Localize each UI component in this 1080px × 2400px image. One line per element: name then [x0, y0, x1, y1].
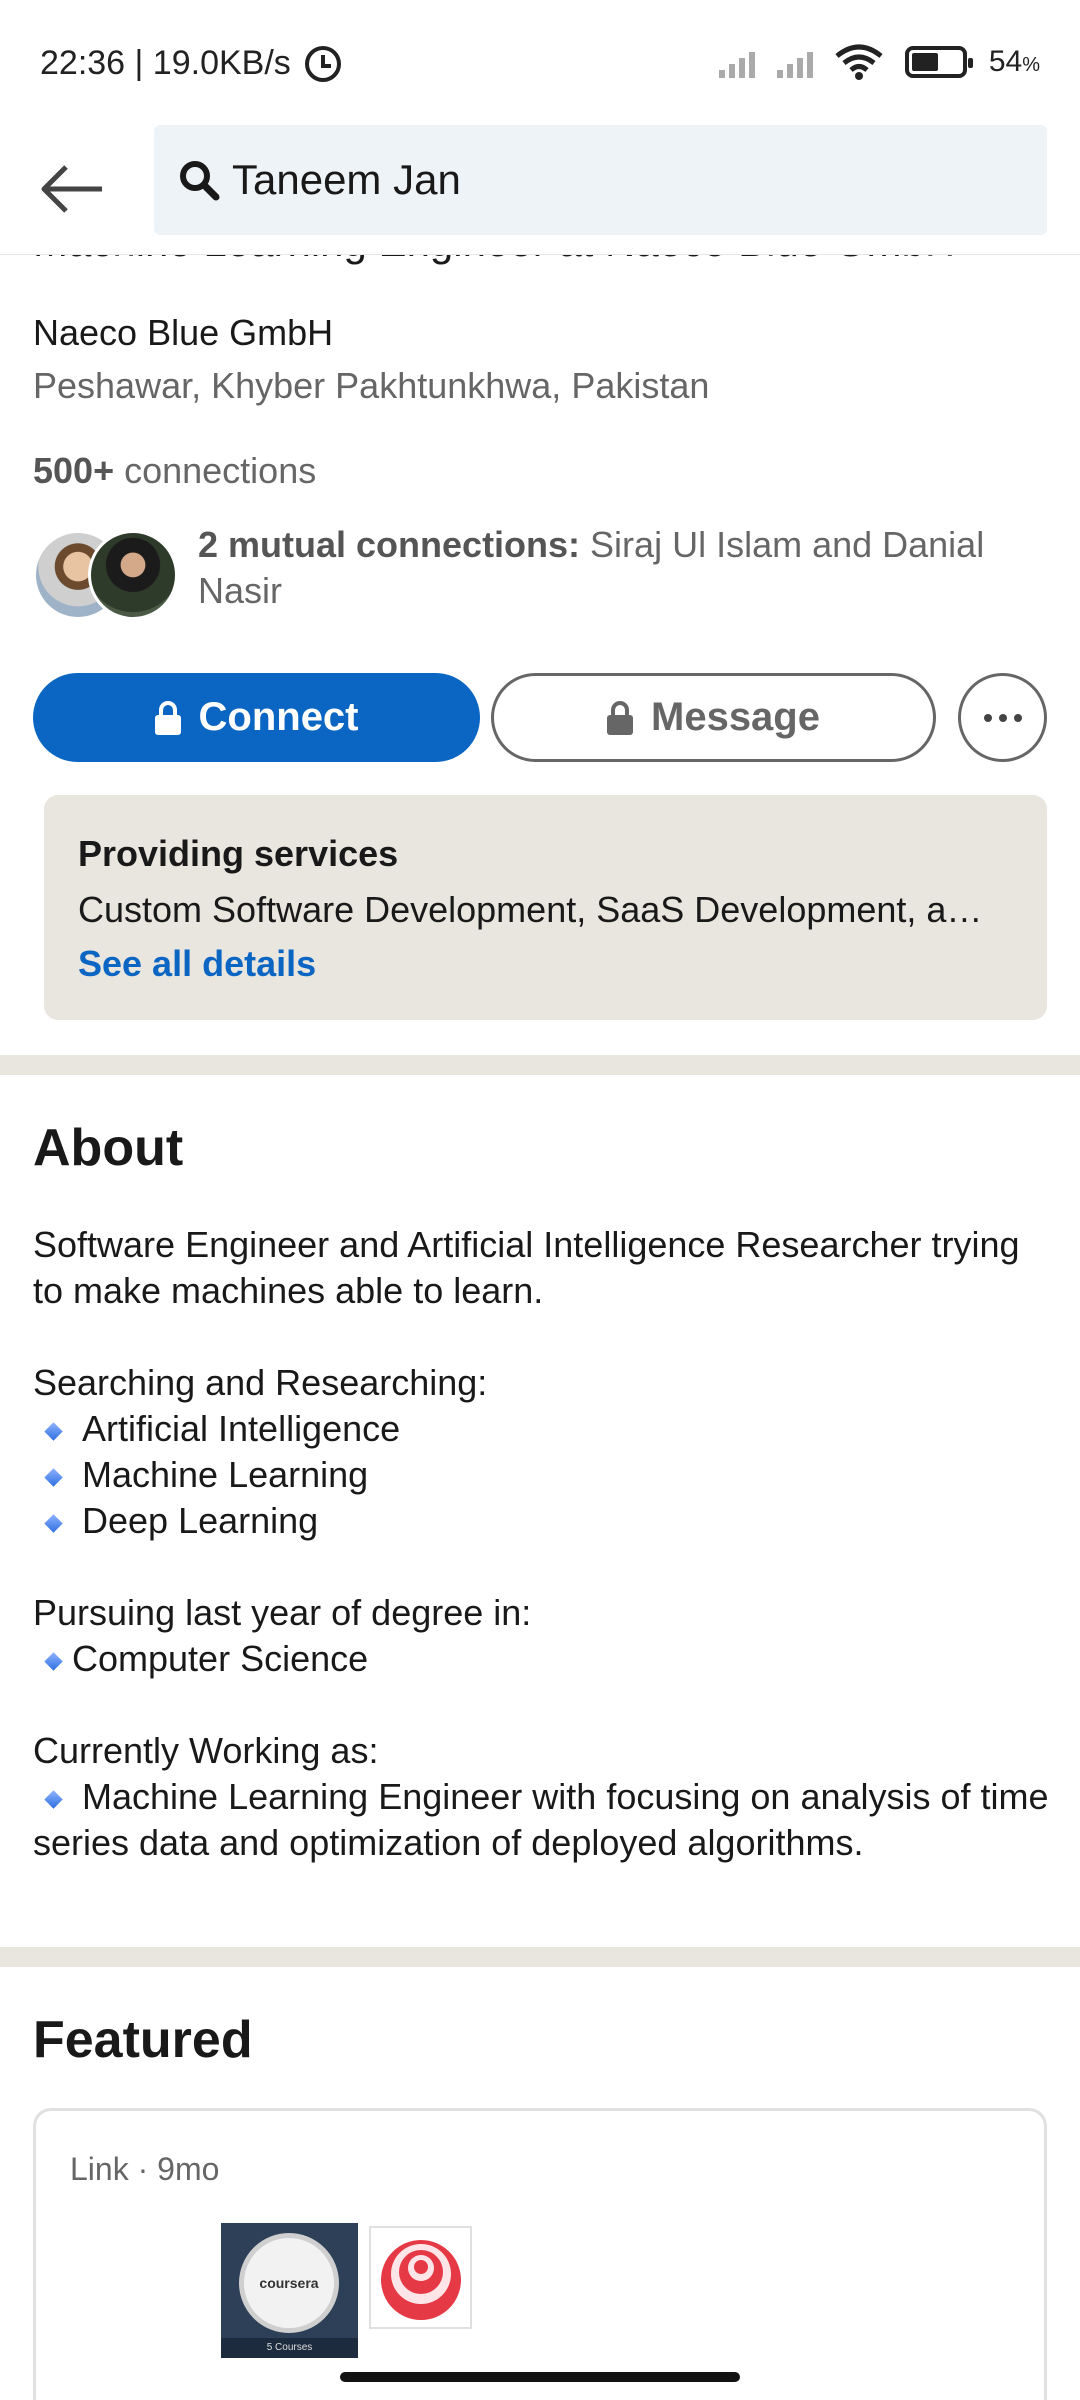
status-right: 54%: [718, 44, 1040, 80]
avatar: [88, 530, 178, 620]
lock-icon: [154, 700, 181, 735]
list-item: Machine Learning: [33, 1452, 1053, 1498]
battery-fill: [911, 53, 938, 71]
profile-company[interactable]: Naeco Blue GmbH: [33, 312, 333, 354]
battery-percent: 54%: [988, 45, 1040, 78]
mutual-connections-text[interactable]: 2 mutual connections: Siraj Ul Islam and…: [198, 522, 1048, 614]
diamond-bullet-icon: [44, 1422, 63, 1441]
more-dot: [998, 713, 1007, 722]
featured-link-card[interactable]: Link · 9mo coursera 5 Courses: [33, 2108, 1047, 2400]
diamond-bullet-icon: [44, 1468, 63, 1487]
connect-button[interactable]: Connect: [33, 673, 480, 762]
signal-icon: [776, 46, 813, 78]
list-item: Computer Science: [33, 1636, 1053, 1682]
status-left: 22:36 | 19.0KB/s: [40, 44, 341, 83]
message-button[interactable]: Message: [491, 673, 936, 762]
section-divider: [0, 1055, 1080, 1075]
alarm-icon: [304, 45, 341, 82]
wifi-icon: [835, 44, 883, 80]
profile-location: Peshawar, Khyber Pakhtunkhwa, Pakistan: [33, 365, 710, 406]
back-arrow-icon[interactable]: [40, 161, 110, 217]
search-header: Taneem Jan: [0, 125, 1080, 255]
diamond-bullet-icon: [44, 1790, 63, 1809]
search-input[interactable]: Taneem Jan: [154, 125, 1047, 235]
working-heading: Currently Working as:: [33, 1730, 379, 1771]
status-time: 22:36 | 19.0KB/s: [40, 44, 291, 82]
more-dot: [983, 713, 992, 722]
target-logo-thumbnail: [369, 2226, 472, 2329]
about-title: About: [33, 1119, 184, 1177]
search-icon: [178, 159, 220, 201]
services-title: Providing services: [78, 833, 399, 874]
diamond-bullet-icon: [44, 1652, 63, 1671]
diamond-bullet-icon: [44, 1514, 63, 1533]
card-meta: Link · 9mo: [70, 2151, 220, 2187]
list-item: Artificial Intelligence: [33, 1406, 1053, 1452]
providing-services-card: Providing services Custom Software Devel…: [44, 795, 1047, 1020]
mutual-avatars[interactable]: [33, 530, 178, 620]
signal-icon: [718, 46, 755, 78]
coursera-footer: 5 Courses: [221, 2338, 358, 2358]
more-dot: [1013, 713, 1022, 722]
see-all-details-link[interactable]: See all details: [78, 943, 1013, 985]
services-list: Custom Software Development, SaaS Develo…: [78, 889, 983, 930]
degree-heading: Pursuing last year of degree in:: [33, 1592, 532, 1633]
list-item: Deep Learning: [33, 1498, 1053, 1544]
more-options-button[interactable]: [958, 673, 1047, 762]
coursera-certificate-thumbnail: coursera 5 Courses: [221, 2223, 358, 2358]
list-item: Machine Learning Engineer with focusing …: [33, 1776, 1049, 1863]
about-text[interactable]: Software Engineer and Artificial Intelli…: [33, 1222, 1053, 1866]
featured-title: Featured: [33, 2011, 253, 2069]
status-bar: 22:36 | 19.0KB/s 54%: [0, 0, 1080, 125]
searching-heading: Searching and Researching:: [33, 1362, 488, 1403]
lock-icon: [607, 700, 633, 735]
about-intro: Software Engineer and Artificial Intelli…: [33, 1224, 1020, 1311]
home-indicator[interactable]: [340, 2372, 740, 2382]
coursera-seal-icon: coursera: [239, 2233, 339, 2333]
target-logo-icon: [380, 2239, 461, 2320]
battery-icon: [904, 46, 973, 78]
section-divider: [0, 1947, 1080, 1967]
connections-count[interactable]: 500+ connections: [33, 450, 316, 492]
search-query: Taneem Jan: [232, 156, 461, 203]
